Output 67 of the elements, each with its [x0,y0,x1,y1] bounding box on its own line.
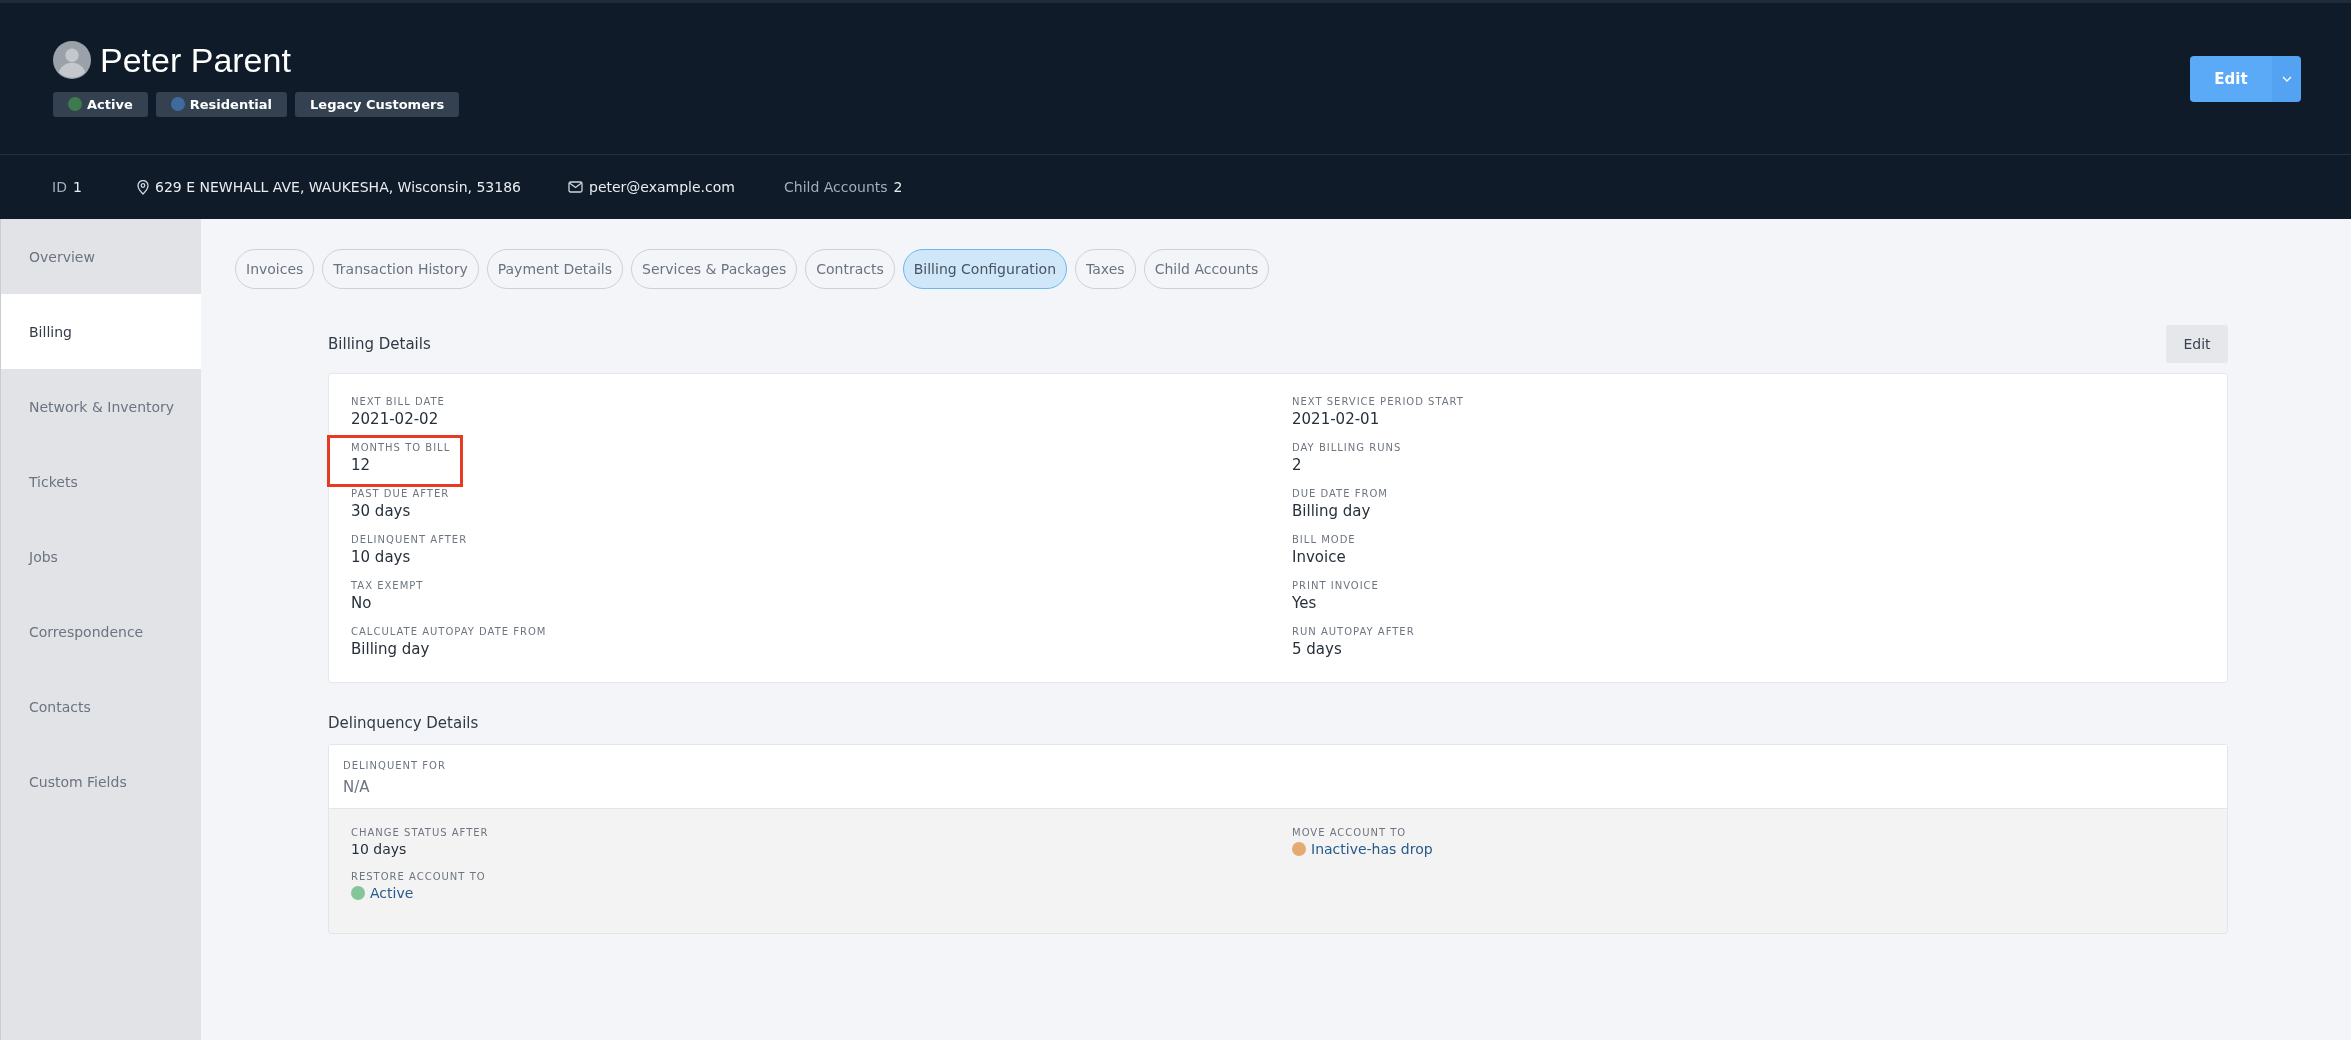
field-value: 12 [351,456,372,474]
tab[interactable]: Services & Packages [631,249,798,289]
field-value: Billing day [1292,502,1372,520]
field-label: RUN AUTOPAY AFTER [1292,626,1415,637]
field-value: N/A [343,778,371,796]
sidebar-item[interactable]: Overview [1,219,201,294]
field-label: DAY BILLING RUNS [1292,442,1402,453]
edit-button[interactable]: Edit [2190,55,2272,102]
field-label: DELINQUENT FOR [343,760,447,771]
envelope-icon [568,181,583,193]
child-accounts-label: Child Accounts [784,179,888,195]
dropdown-button[interactable] [2272,55,2301,102]
status-link[interactable]: Inactive-has drop [1311,841,1433,857]
field-value: 10 days [351,841,408,857]
sidebar-item[interactable]: Network & Inventory [1,369,201,444]
tab[interactable]: Child Accounts [1143,249,1270,289]
field-value: Billing day [351,640,431,658]
avatar-icon [53,41,91,79]
id-label: ID [52,179,67,195]
tab[interactable]: Transaction History [322,249,479,289]
field-value: 2021-02-01 [1292,410,1381,428]
status-link[interactable]: Active [370,885,414,901]
tab[interactable]: Billing Configuration [902,249,1068,289]
field-label: TAX EXEMPT [351,580,424,591]
sidebar-item[interactable]: Jobs [1,519,201,594]
section-title: Billing Details [328,335,431,353]
field-value: No [351,594,373,612]
field-value: 2 [1292,456,1303,474]
field-label: CALCULATE AUTOPAY DATE FROM [351,626,547,637]
tab[interactable]: Contracts [805,249,895,289]
field-value: 30 days [351,502,412,520]
field-label: PRINT INVOICE [1292,580,1379,591]
sidebar-item[interactable]: Contacts [1,669,201,744]
id-value: 1 [72,179,82,195]
field-label: CHANGE STATUS AFTER [351,827,490,838]
field-label: NEXT BILL DATE [351,396,445,407]
field-label: NEXT SERVICE PERIOD START [1292,396,1464,407]
tab[interactable]: Payment Details [486,249,623,289]
sidebar-item[interactable]: Tickets [1,444,201,519]
location-pin-icon [137,179,149,195]
tag-label: Residential [189,96,273,112]
field-label: DELINQUENT AFTER [351,534,468,545]
tab[interactable]: Invoices [235,249,315,289]
field-label: DUE DATE FROM [1292,488,1388,499]
edit-button[interactable]: Edit [2166,325,2228,363]
sidebar-item[interactable]: Custom Fields [1,744,201,819]
field-label: PAST DUE AFTER [351,488,450,499]
field-value: Yes [1292,594,1318,612]
sidebar-item[interactable]: Correspondence [1,594,201,669]
field-value: 5 days [1292,640,1343,658]
field-value: 2021-02-02 [351,410,440,428]
email-text: peter@example.com [589,179,735,195]
tag-label: Active [87,96,133,112]
chevron-down-icon [2281,75,2292,82]
field-label: RESTORE ACCOUNT TO [351,871,487,882]
child-accounts-value: 2 [893,179,903,195]
customer-name: Peter Parent [100,40,291,80]
section-title: Delinquency Details [328,714,479,732]
field-value: 10 days [351,548,412,566]
field-label: MOVE ACCOUNT TO [1292,827,1408,838]
field-label: BILL MODE [1292,534,1356,545]
address-text: 629 E NEWHALL AVE, WAUKESHA, Wisconsin, 53186 [155,179,521,195]
tag-label: Legacy Customers [310,96,445,112]
sidebar-item[interactable]: Billing [1,294,201,369]
field-label: MONTHS TO BILL [351,442,451,453]
tab[interactable]: Taxes [1075,249,1136,289]
field-value: Invoice [1292,548,1347,566]
